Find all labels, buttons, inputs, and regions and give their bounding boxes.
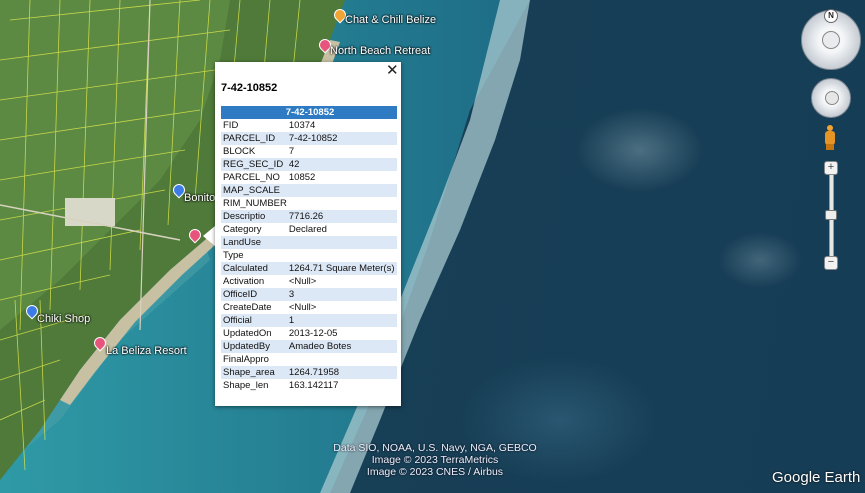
attribute-key: MAP_SCALE: [221, 184, 287, 197]
attribution-line: Data SIO, NOAA, U.S. Navy, NGA, GEBCO: [333, 442, 537, 454]
terrain-layer: [0, 0, 530, 493]
zoom-out-button[interactable]: −: [824, 256, 838, 270]
attribute-value: 7716.26: [286, 210, 397, 223]
table-row: Calculated 1264.71 Square Meter(s): [221, 262, 397, 275]
table-row: Shape_len 163.142117: [221, 379, 397, 392]
attribute-value: <Null>: [288, 276, 317, 287]
attribute-value: 163.142117: [288, 380, 339, 391]
table-row: BLOCK 7: [221, 145, 397, 158]
attribute-value: [287, 249, 397, 262]
attribute-key: BLOCK: [223, 146, 256, 157]
attribute-key: Calculated: [221, 262, 287, 275]
attribute-value: 1264.71958: [286, 366, 397, 379]
table-row: CreateDate <Null>: [221, 301, 397, 314]
balloon-tail: [203, 226, 215, 246]
attribute-value: Amadeo Botes: [286, 340, 397, 353]
attribute-key: Descriptio: [221, 210, 287, 223]
attribute-key: Type: [223, 250, 244, 261]
close-icon[interactable]: ✕: [386, 63, 399, 78]
attribution-line: Image © 2023 CNES / Airbus: [366, 466, 504, 478]
attribute-key: FinalAppro: [223, 354, 269, 365]
place-label-bonito[interactable]: Bonito: [184, 192, 215, 204]
table-row: PARCEL_ID 7-42-10852: [221, 132, 397, 145]
attribute-value: <Null>: [288, 302, 317, 313]
attribute-value: [286, 236, 397, 249]
table-header: 7-42-10852: [221, 106, 397, 119]
attribution-line: Image © 2023 TerraMetrics: [371, 454, 499, 466]
attribute-value: 42: [286, 158, 397, 171]
table-row: REG_SEC_ID 42: [221, 158, 397, 171]
place-label-chiki-shop[interactable]: Chiki Shop: [37, 313, 90, 325]
table-row: OfficeID 3: [221, 288, 397, 301]
table-row: Activation <Null>: [221, 275, 397, 288]
place-label-la-beliza[interactable]: La Beliza Resort: [106, 345, 187, 357]
attribute-value: 7: [288, 146, 295, 157]
google-earth-logo: Google Earth: [772, 469, 861, 486]
attribute-key: PARCEL_ID: [221, 132, 287, 145]
attribute-value: 10852: [288, 172, 316, 183]
move-control[interactable]: [811, 78, 851, 118]
table-row: UpdatedBy Amadeo Botes: [221, 340, 397, 353]
attribute-value: 2013-12-05: [288, 328, 338, 339]
attribute-key: LandUse: [221, 236, 287, 249]
attribute-key: OfficeID: [221, 288, 287, 301]
attribute-key: RIM_NUMBER: [223, 198, 287, 209]
attribute-value: [286, 184, 397, 197]
attribute-key: REG_SEC_ID: [221, 158, 287, 171]
attribute-key: Activation: [223, 276, 265, 287]
attribute-value: 1: [286, 314, 397, 327]
street-view-pegman-icon[interactable]: [824, 125, 836, 151]
attribute-key: PARCEL_NO: [223, 172, 280, 183]
attribute-value: 7-42-10852: [286, 132, 397, 145]
attribute-value: [287, 197, 397, 210]
attribute-key: UpdatedOn: [223, 328, 272, 339]
table-row: FinalAppro: [221, 353, 397, 366]
table-row: Type: [221, 249, 397, 262]
table-row: UpdatedOn 2013-12-05: [221, 327, 397, 340]
table-row: FID 10374: [221, 119, 397, 132]
attribute-key: UpdatedBy: [221, 340, 287, 353]
place-label-chat-chill[interactable]: Chat & Chill Belize: [345, 14, 436, 26]
table-row: Shape_area 1264.71958: [221, 366, 397, 379]
parcel-info-balloon: ✕ 7-42-10852 7-42-10852 FID 10374 PARCEL_I…: [215, 62, 401, 406]
attribute-value: 1264.71 Square Meter(s): [286, 262, 397, 275]
compass-look-control[interactable]: N: [801, 9, 861, 70]
attribute-key: Shape_len: [223, 380, 269, 391]
compass-north-icon[interactable]: N: [824, 9, 838, 23]
table-row: RIM_NUMBER: [221, 197, 397, 210]
zoom-slider-thumb[interactable]: [825, 210, 837, 220]
satellite-map[interactable]: Chat & Chill Belize North Beach Retreat …: [0, 0, 865, 493]
attribute-key: Official: [221, 314, 287, 327]
look-joystick-icon[interactable]: [822, 31, 840, 49]
zoom-in-button[interactable]: +: [824, 161, 838, 175]
table-row: LandUse: [221, 236, 397, 249]
table-row: Category Declared: [221, 223, 397, 236]
place-label-north-beach[interactable]: North Beach Retreat: [330, 45, 430, 57]
table-row: PARCEL_NO 10852: [221, 171, 397, 184]
attribute-key: FID: [223, 120, 239, 131]
table-row: MAP_SCALE: [221, 184, 397, 197]
table-row: Official 1: [221, 314, 397, 327]
attribute-value: 3: [286, 288, 397, 301]
attribute-table: 7-42-10852 FID 10374 PARCEL_ID 7-42-10852 BL…: [221, 106, 397, 392]
attribute-key: CreateDate: [223, 302, 272, 313]
attribute-key: Category: [223, 224, 262, 235]
balloon-title: 7-42-10852: [221, 82, 278, 94]
attribute-value: [287, 353, 397, 366]
attribute-key: Shape_area: [221, 366, 287, 379]
attribute-value: Declared: [288, 224, 327, 235]
hand-move-icon[interactable]: [825, 91, 839, 105]
table-row: Descriptio 7716.26: [221, 210, 397, 223]
attribute-value: 10374: [288, 120, 316, 131]
